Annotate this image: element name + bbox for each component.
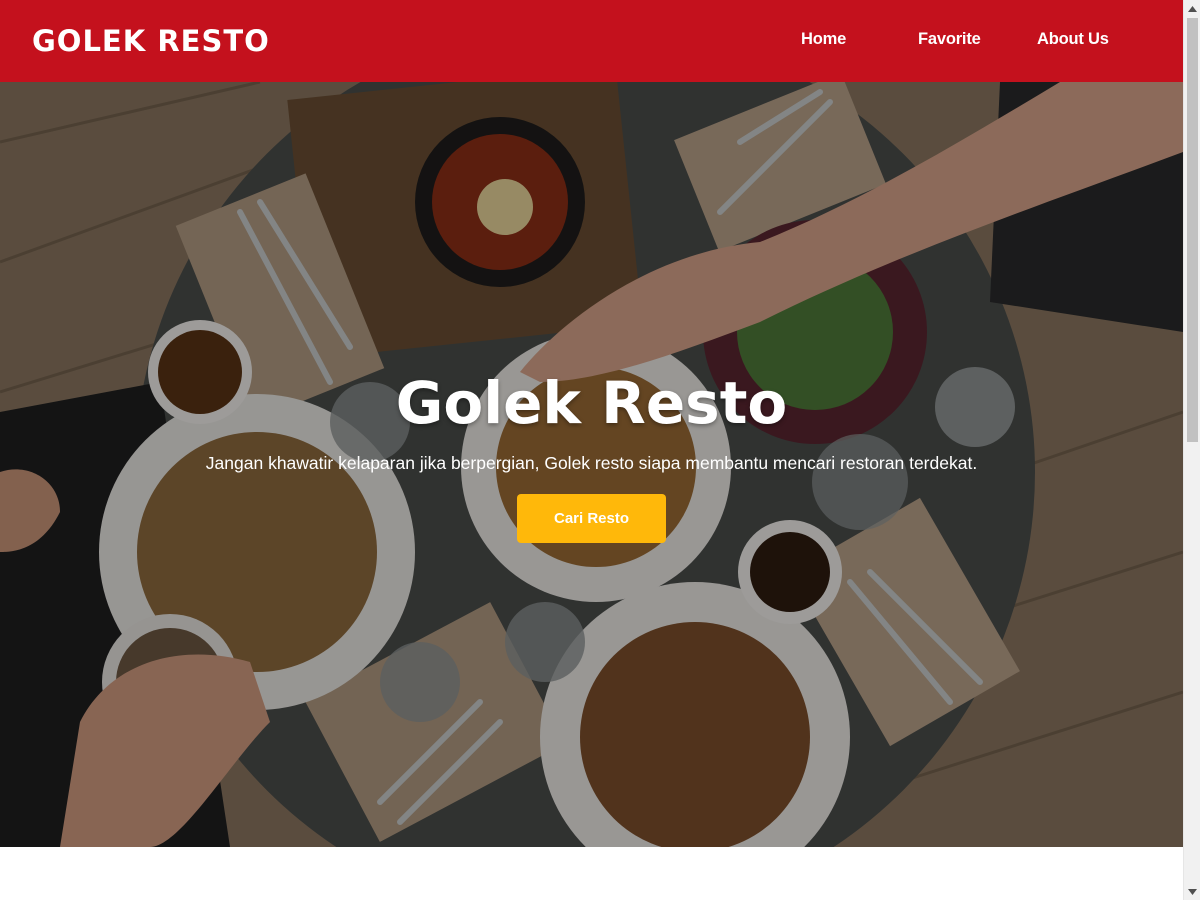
nav-link-favorite[interactable]: Favorite bbox=[918, 30, 981, 49]
hero-subtitle: Jangan khawatir kelaparan jika berpergia… bbox=[205, 453, 978, 473]
scroll-down-icon[interactable] bbox=[1184, 883, 1200, 900]
scrollbar-thumb[interactable] bbox=[1187, 18, 1198, 442]
site-logo[interactable]: GOLEK RESTO bbox=[32, 22, 270, 60]
nav-link-home[interactable]: Home bbox=[801, 30, 846, 49]
hero-title: Golek Resto bbox=[395, 369, 788, 437]
nav-link-about-us[interactable]: About Us bbox=[1037, 30, 1109, 49]
vertical-scrollbar[interactable] bbox=[1183, 0, 1200, 900]
page: GOLEK RESTO Home Favorite About Us Golek… bbox=[0, 0, 1183, 900]
cari-resto-button[interactable]: Cari Resto bbox=[517, 494, 666, 543]
site-header: GOLEK RESTO Home Favorite About Us bbox=[0, 0, 1183, 82]
hero-section: Golek Resto Jangan khawatir kelaparan ji… bbox=[0, 82, 1183, 847]
scroll-up-icon[interactable] bbox=[1184, 0, 1200, 17]
